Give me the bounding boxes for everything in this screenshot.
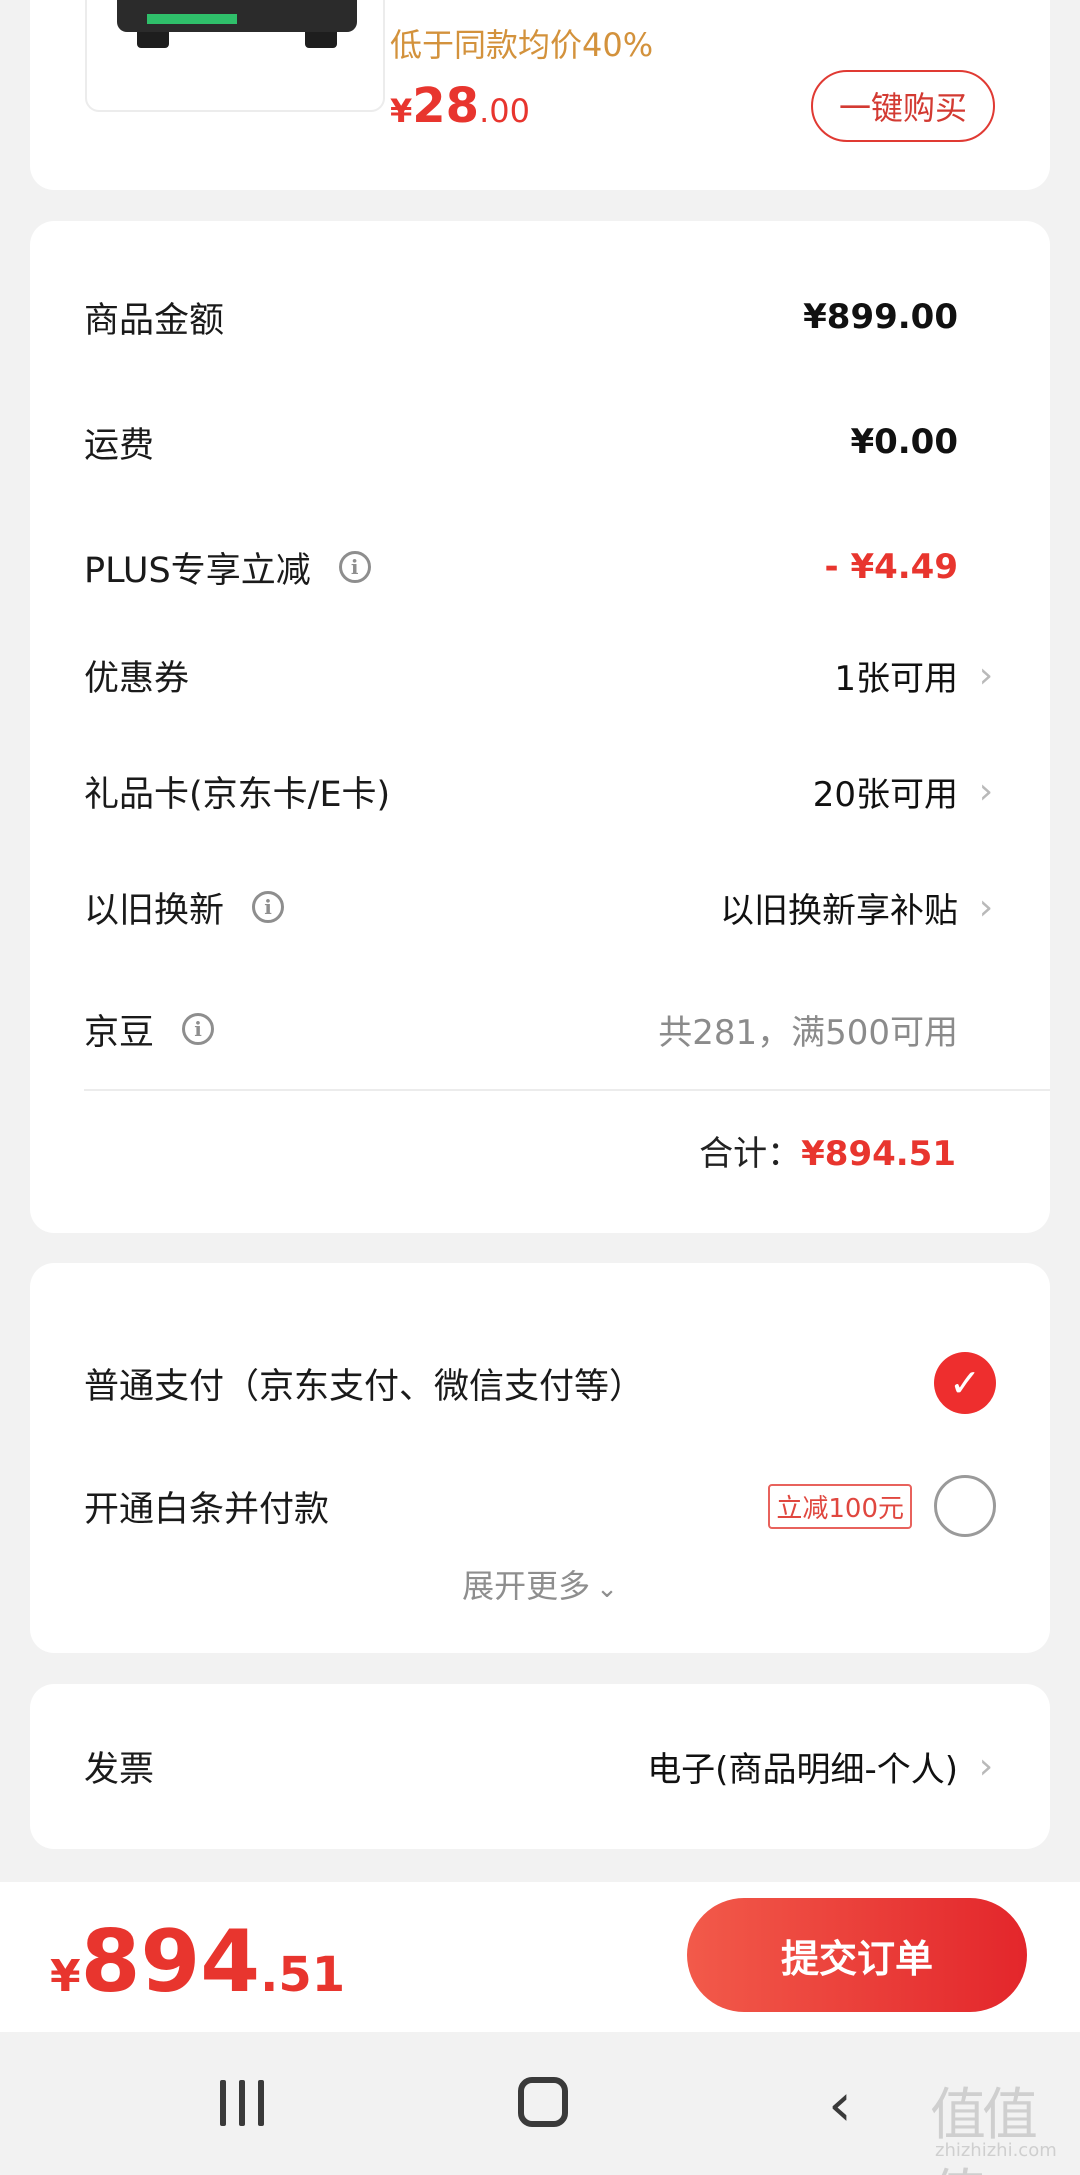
currency-symbol: ¥ xyxy=(50,1951,81,2002)
divider xyxy=(84,1089,1050,1091)
total-label: 合计： xyxy=(699,1134,802,1174)
payment-option-label: 开通白条并付款 xyxy=(84,1489,330,1530)
back-icon[interactable]: ‹ xyxy=(828,2070,852,2140)
summary-row-plus-discount: PLUS专享立减 i - ¥4.49 xyxy=(84,537,996,597)
printer-foot xyxy=(137,32,169,48)
payment-option-standard[interactable]: 普通支付（京东支付、微信支付等） ✓ xyxy=(84,1348,996,1418)
product-price: ¥28.00 xyxy=(390,78,530,134)
recents-icon[interactable] xyxy=(218,2080,268,2126)
summary-label: 优惠券 xyxy=(84,658,190,699)
jingdou-value: 共281，满500可用 xyxy=(658,1012,958,1053)
summary-row-jingdou: 京豆 i 共281，满500可用 xyxy=(84,999,996,1059)
product-card: 低于同款均价40% ¥28.00 一键购买 xyxy=(30,0,1050,190)
summary-label: 以旧换新 xyxy=(84,890,225,931)
info-icon[interactable]: i xyxy=(182,1013,215,1045)
submit-order-button[interactable]: 提交订单 xyxy=(687,1898,1027,2012)
printer-foot xyxy=(305,32,337,48)
chevron-right-icon: › xyxy=(978,770,994,812)
price-integer: 28 xyxy=(412,78,480,134)
chevron-right-icon: › xyxy=(978,1745,994,1787)
grand-total-price: ¥894.51 xyxy=(50,1912,345,2012)
expand-more-button[interactable]: 展开更多 ⌄ xyxy=(30,1561,1050,1607)
promo-badge: 立减100元 xyxy=(768,1483,912,1529)
product-price-note: 低于同款均价40% xyxy=(390,26,654,64)
price-integer: 894 xyxy=(80,1912,261,2012)
chevron-right-icon: › xyxy=(978,886,994,928)
gift-card-value: 20张可用 xyxy=(812,774,958,815)
payment-card: 普通支付（京东支付、微信支付等） ✓ 开通白条并付款 立减100元 展开更多 ⌄ xyxy=(30,1263,1050,1653)
payment-option-label: 普通支付（京东支付、微信支付等） xyxy=(84,1366,645,1407)
system-nav-bar: ‹ 值值值 zhizhizhi.com xyxy=(0,2032,1080,2175)
currency-symbol: ¥ xyxy=(390,92,413,130)
summary-label: 京豆 xyxy=(84,1012,155,1053)
printer-label-strip xyxy=(147,14,237,24)
chevron-down-icon: ⌄ xyxy=(596,1574,618,1604)
price-summary-card: 商品金额 ¥899.00 运费 ¥0.00 PLUS专享立减 i - ¥4.49 … xyxy=(30,221,1050,1233)
summary-row-goods-amount: 商品金额 ¥899.00 xyxy=(84,287,996,347)
info-icon[interactable]: i xyxy=(252,891,285,923)
summary-row-coupon[interactable]: 优惠券 1张可用 › xyxy=(84,645,996,705)
expand-more-label: 展开更多 xyxy=(462,1567,591,1605)
one-click-buy-button[interactable]: 一键购买 xyxy=(811,70,995,142)
checkout-bar: ¥894.51 提交订单 xyxy=(0,1882,1080,2032)
home-icon[interactable] xyxy=(518,2077,568,2127)
watermark-url: zhizhizhi.com xyxy=(935,2140,1057,2161)
invoice-value: 电子(商品明细-个人) xyxy=(647,1749,958,1790)
summary-value: ¥0.00 xyxy=(850,422,958,462)
checkmark-icon[interactable]: ✓ xyxy=(934,1352,996,1414)
trade-in-value: 以旧换新享补贴 xyxy=(720,890,958,931)
summary-label: PLUS专享立减 xyxy=(84,550,311,591)
chevron-right-icon: › xyxy=(978,654,994,696)
payment-option-baitiao[interactable]: 开通白条并付款 立减100元 xyxy=(84,1471,996,1541)
coupon-value: 1张可用 xyxy=(834,658,958,699)
summary-label: 礼品卡(京东卡/E卡) xyxy=(84,774,391,815)
plus-discount-value: - ¥4.49 xyxy=(824,547,959,587)
summary-label: 运费 xyxy=(84,425,155,466)
product-thumbnail[interactable] xyxy=(85,0,385,112)
invoice-card: 发票 电子(商品明细-个人) › xyxy=(30,1684,1050,1849)
invoice-label: 发票 xyxy=(84,1749,155,1790)
invoice-row[interactable]: 发票 电子(商品明细-个人) › xyxy=(84,1736,996,1796)
info-icon[interactable]: i xyxy=(338,551,371,583)
summary-row-shipping: 运费 ¥0.00 xyxy=(84,412,996,472)
summary-label: 商品金额 xyxy=(84,300,225,341)
radio-unchecked-icon[interactable] xyxy=(934,1475,996,1537)
summary-total: 合计：¥894.51 xyxy=(699,1126,956,1175)
summary-value: ¥899.00 xyxy=(803,297,958,337)
summary-row-trade-in[interactable]: 以旧换新 i 以旧换新享补贴 › xyxy=(84,877,996,937)
summary-row-gift-card[interactable]: 礼品卡(京东卡/E卡) 20张可用 › xyxy=(84,761,996,821)
price-decimal: .00 xyxy=(479,92,530,130)
total-value: ¥894.51 xyxy=(801,1134,956,1174)
price-decimal: .51 xyxy=(260,1947,346,2003)
